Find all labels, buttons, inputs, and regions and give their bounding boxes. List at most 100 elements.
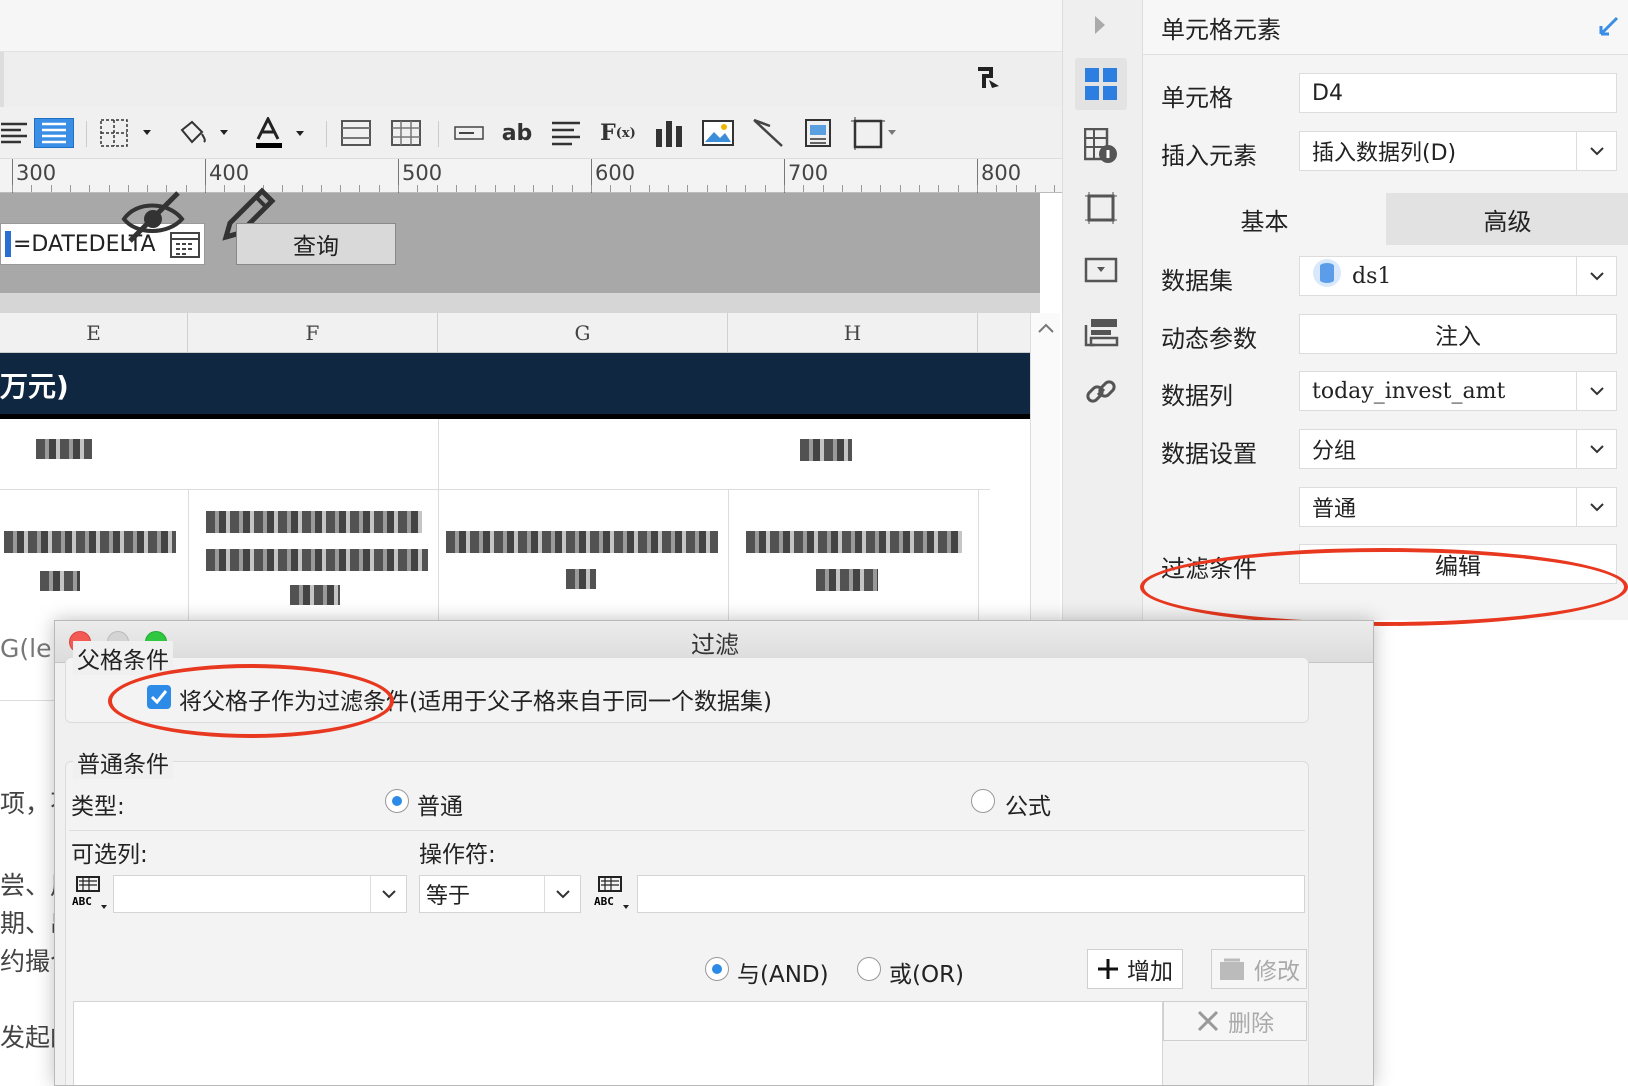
pin-icon[interactable] [1597,14,1621,44]
svg-text:ABC: ABC [72,895,92,908]
fill-color-icon[interactable] [176,118,232,148]
sub-report-icon[interactable] [802,118,834,148]
tab-basic[interactable]: 基本 [1143,193,1386,245]
column-header-h[interactable]: H [728,313,978,353]
database-icon [1312,258,1342,294]
column-header-f[interactable]: F [188,313,438,353]
text-field-icon[interactable] [452,118,486,148]
chevron-down-icon[interactable] [370,876,406,912]
split-cells-icon[interactable] [390,118,422,148]
modify-button[interactable]: 修改 [1211,949,1307,989]
logic-or-radio[interactable] [857,957,881,981]
chevron-down-icon[interactable] [1576,430,1616,468]
optional-column-label: 可选列: [71,842,148,868]
operator-select[interactable]: 等于 [419,875,581,913]
dataset-label: 数据集 [1161,267,1233,295]
chevron-down-icon[interactable] [1576,488,1616,526]
report-title-fragment: 万元) [0,370,69,403]
grid-line [438,489,439,620]
data-column-select[interactable]: today_invest_amt [1299,371,1617,411]
ruler-minor-tick [379,185,380,192]
align-left-icon[interactable] [0,118,28,148]
grid-line [728,489,729,620]
ruler-minor-tick [861,185,862,192]
blurred-cell-text [290,585,340,605]
float-element-icon[interactable] [1075,306,1127,358]
link-icon[interactable] [1075,366,1127,418]
chart-icon[interactable] [652,118,686,148]
add-button-label: 增加 [1127,959,1173,985]
add-button[interactable]: 增加 [1087,949,1183,989]
dataset-select[interactable]: ds1 [1299,256,1617,296]
border-style-icon[interactable] [850,117,900,150]
data-column-label: 数据列 [1161,382,1233,410]
ruler-label: 400 [209,161,250,185]
chevron-down-icon[interactable] [1576,132,1616,170]
data-setting-mode-select[interactable]: 普通 [1299,487,1617,527]
tab-advanced[interactable]: 高级 [1386,193,1628,245]
optional-column-select[interactable] [113,875,407,913]
ruler-minor-tick [1054,185,1055,192]
column-header-e[interactable]: E [0,313,188,353]
hidden-eye-icon[interactable] [120,189,186,249]
image-icon[interactable] [700,118,736,148]
ruler-minor-tick [70,185,71,192]
column-header-bar: E F G H [0,313,1030,353]
filter-edit-button[interactable]: 编辑 [1299,544,1617,584]
report-title-band[interactable]: 万元) [0,353,1030,419]
widget-marker [5,231,11,257]
border-icon[interactable] [1075,182,1127,234]
text-ab-icon[interactable]: ab [500,118,534,148]
rich-text-icon[interactable] [548,118,584,148]
data-setting-select[interactable]: 分组 [1299,429,1617,469]
align-justify-icon[interactable] [34,118,74,148]
inject-button[interactable]: 注入 [1299,314,1617,354]
flag-icon[interactable] [975,66,1001,98]
condition-value-input[interactable] [637,875,1305,913]
insert-element-select[interactable]: 插入数据列(D) [1299,131,1617,171]
ruler-minor-tick [687,185,688,192]
vertical-scrollbar[interactable] [1030,313,1060,620]
cell-attribute-icon[interactable] [1075,120,1127,172]
cell-field[interactable]: D4 [1299,73,1617,113]
condition-list[interactable] [73,1001,1163,1085]
slash-line-icon[interactable] [750,118,786,148]
border-grid-icon[interactable] [98,118,154,148]
delete-button[interactable]: 删除 [1163,1001,1307,1041]
data-column-value: today_invest_amt [1312,378,1506,404]
widget-icon[interactable] [1075,244,1127,296]
scroll-up-icon[interactable] [1037,319,1055,338]
logic-and-radio[interactable] [705,957,729,981]
collapse-arrow-icon[interactable] [1093,14,1107,40]
query-button[interactable]: 查询 [236,223,396,265]
toolbar-format: ab F (x) [0,107,1062,159]
merge-cells-icon[interactable] [340,118,372,148]
chevron-down-icon[interactable] [1576,257,1616,295]
type-normal-radio[interactable] [385,789,409,813]
font-color-icon[interactable] [252,117,308,148]
ruler-minor-tick [417,185,418,192]
chevron-down-icon[interactable] [544,876,580,912]
ruler-minor-tick [630,185,631,192]
filter-condition-label: 过滤条件 [1161,555,1257,583]
filter-dialog: 过滤 父格条件 将父格子作为过滤条件(适用于父子格来自于同一个数据集) 普通条件… [54,620,1374,1086]
data-setting-label: 数据设置 [1161,440,1257,468]
svg-text:ABC: ABC [594,895,614,908]
report-grid[interactable] [0,419,1030,620]
chevron-down-icon[interactable] [1576,372,1616,410]
plus-icon [1098,959,1118,979]
type-formula-radio[interactable] [971,789,995,813]
type-formula-label: 公式 [1005,794,1051,820]
abc-type-icon[interactable]: ABC [71,875,109,911]
cell-element-icon[interactable] [1075,58,1127,110]
ruler-minor-tick [456,185,457,192]
report-designer: ab F (x) 300 400 500 600 700 800 =DATEDE… [0,0,1062,620]
column-header-g[interactable]: G [438,313,728,353]
blurred-cell-text [206,549,428,571]
abc-type-icon[interactable]: ABC [593,875,631,911]
ruler-label: 500 [402,161,443,185]
toolbar-separator [86,121,87,147]
formula-icon[interactable]: F (x) [600,118,636,148]
cell-field-value: D4 [1312,80,1343,106]
parent-filter-checkbox[interactable] [147,685,171,709]
